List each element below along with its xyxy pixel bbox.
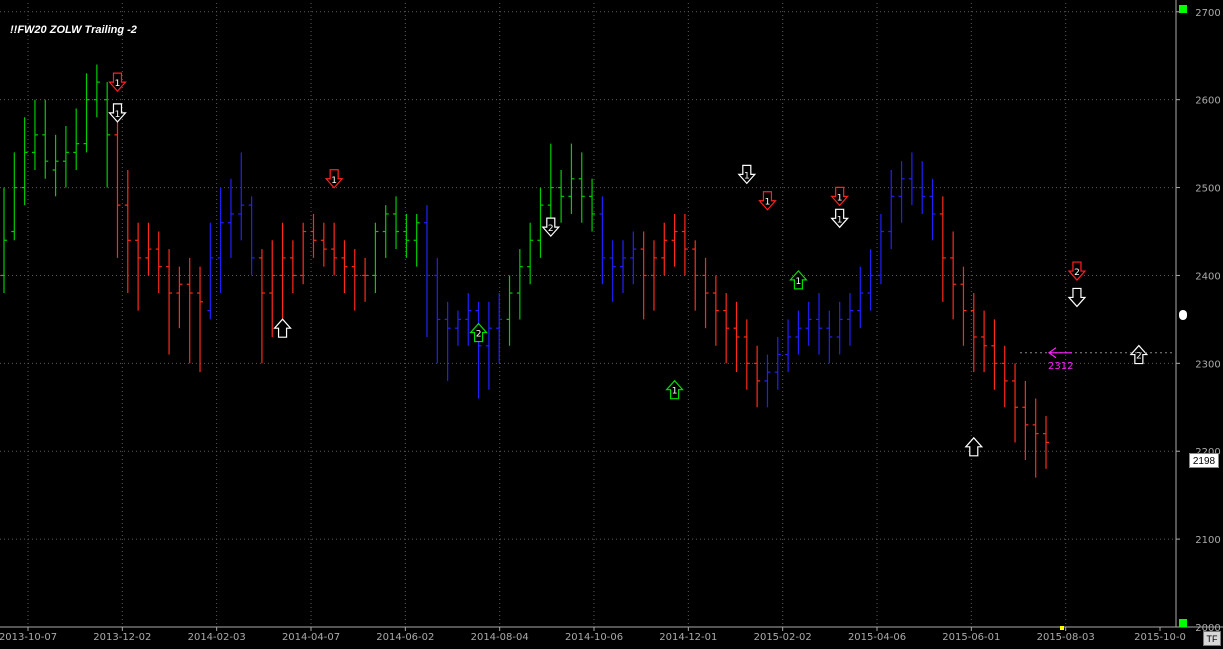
svg-text:2: 2 bbox=[476, 330, 482, 340]
price-label-2100: 2100 bbox=[1195, 535, 1220, 546]
chart-background bbox=[0, 0, 1223, 649]
date-label-10: 2015-06-01 bbox=[942, 632, 1000, 643]
date-label-9: 2015-04-06 bbox=[848, 632, 906, 643]
price-label-2600: 2600 bbox=[1195, 96, 1220, 107]
date-label-6: 2014-10-06 bbox=[565, 632, 623, 643]
date-label-4: 2014-06-02 bbox=[376, 632, 434, 643]
scale-handle[interactable] bbox=[1179, 310, 1187, 320]
current-date-marker bbox=[1060, 626, 1064, 630]
annotation-label: 2312 bbox=[1048, 361, 1073, 372]
svg-text:1: 1 bbox=[115, 79, 121, 89]
price-label-2700: 2700 bbox=[1195, 8, 1220, 19]
price-label-2500: 2500 bbox=[1195, 184, 1220, 195]
date-label-5: 2014-08-04 bbox=[471, 632, 529, 643]
date-label-8: 2015-02-02 bbox=[754, 632, 812, 643]
date-label-12: 2015-10-0 bbox=[1134, 632, 1186, 643]
price-chart[interactable]: 1112211111122222 20002100220023002400250… bbox=[0, 0, 1223, 649]
svg-text:1: 1 bbox=[744, 171, 750, 181]
date-label-2: 2014-02-03 bbox=[188, 632, 246, 643]
chart-title: !!FW20 ZOLW Trailing -2 bbox=[10, 24, 137, 36]
date-label-0: 2013-10-07 bbox=[0, 632, 57, 643]
date-label-3: 2014-04-07 bbox=[282, 632, 340, 643]
svg-text:2: 2 bbox=[1074, 268, 1080, 278]
svg-text:1: 1 bbox=[331, 176, 337, 186]
svg-text:1: 1 bbox=[672, 387, 678, 397]
last-price-box: 2198 bbox=[1189, 453, 1219, 468]
date-label-11: 2015-08-03 bbox=[1037, 632, 1095, 643]
tf-button[interactable]: TF bbox=[1203, 631, 1221, 646]
date-label-7: 2014-12-01 bbox=[659, 632, 717, 643]
svg-text:1: 1 bbox=[837, 193, 843, 203]
date-label-1: 2013-12-02 bbox=[93, 632, 151, 643]
svg-text:2: 2 bbox=[548, 224, 554, 234]
price-label-2300: 2300 bbox=[1195, 359, 1220, 370]
price-label-2400: 2400 bbox=[1195, 271, 1220, 282]
svg-text:1: 1 bbox=[796, 277, 802, 287]
svg-text:1: 1 bbox=[837, 215, 843, 225]
top-right-indicator[interactable] bbox=[1179, 5, 1187, 13]
svg-text:1: 1 bbox=[115, 110, 121, 120]
svg-text:1: 1 bbox=[765, 198, 771, 208]
bottom-right-indicator[interactable] bbox=[1179, 619, 1187, 627]
